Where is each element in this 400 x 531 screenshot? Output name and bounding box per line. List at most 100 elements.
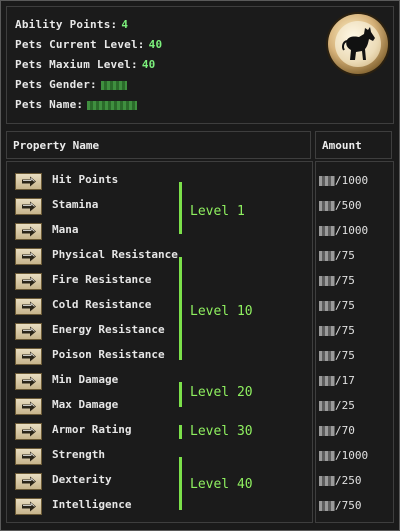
- current-level-label: Pets Current Level:: [15, 38, 145, 51]
- amount-max: /75: [335, 299, 355, 312]
- name-line: Pets Name:: [15, 98, 138, 111]
- gender-line: Pets Gender:: [15, 78, 127, 91]
- amount-max: /500: [335, 199, 362, 212]
- arrow-right-icon: [22, 301, 36, 312]
- property-list-panel: [6, 161, 313, 523]
- amount-value-redacted: [319, 376, 335, 386]
- arrow-right-icon: [22, 501, 36, 512]
- amount-header: Amount: [315, 131, 392, 159]
- property-name: Stamina: [52, 198, 99, 211]
- max-level-value: 40: [141, 58, 156, 71]
- level-10-bracket: [179, 257, 182, 360]
- amount-value-redacted: [319, 176, 335, 186]
- horse-emblem: [328, 14, 388, 74]
- amount-cell: /75: [319, 299, 355, 319]
- amount-value-redacted: [319, 201, 335, 211]
- arrow-right-icon: [22, 226, 36, 237]
- arrow-right-icon: [22, 401, 36, 412]
- amount-value-redacted: [319, 351, 335, 361]
- property-name: Strength: [52, 448, 105, 461]
- increase-button[interactable]: [15, 448, 42, 465]
- property-name: Intelligence: [52, 498, 132, 511]
- amount-value-redacted: [319, 476, 335, 486]
- increase-button[interactable]: [15, 223, 42, 240]
- level-40-bracket: [179, 457, 182, 510]
- amount-max: /1000: [335, 449, 369, 462]
- ability-points-label: Ability Points:: [15, 18, 118, 31]
- amount-max: /1000: [335, 224, 369, 237]
- arrow-right-icon: [22, 351, 36, 362]
- name-label: Pets Name:: [15, 98, 84, 111]
- amount-value-redacted: [319, 276, 335, 286]
- level-1-label: Level 1: [190, 204, 245, 219]
- amount-cell: /1000: [319, 449, 368, 469]
- horse-icon: [342, 27, 375, 60]
- arrow-right-icon: [22, 251, 36, 262]
- amount-max: /1000: [335, 174, 369, 187]
- amount-value-redacted: [319, 401, 335, 411]
- current-level-line: Pets Current Level: 40: [15, 38, 162, 51]
- amount-cell: /17: [319, 374, 355, 394]
- increase-button[interactable]: [15, 498, 42, 515]
- increase-button[interactable]: [15, 173, 42, 190]
- increase-button[interactable]: [15, 298, 42, 315]
- amount-cell: /1000: [319, 224, 368, 244]
- amount-max: /750: [335, 499, 362, 512]
- amount-max: /75: [335, 349, 355, 362]
- amount-cell: /70: [319, 424, 355, 444]
- gender-value-redacted: [100, 78, 127, 91]
- ability-points-line: Ability Points: 4: [15, 18, 128, 31]
- amount-cell: /25: [319, 399, 355, 419]
- level-20-bracket: [179, 382, 182, 407]
- property-name: Cold Resistance: [52, 298, 152, 311]
- increase-button[interactable]: [15, 348, 42, 365]
- arrow-right-icon: [22, 426, 36, 437]
- increase-button[interactable]: [15, 198, 42, 215]
- amount-value-redacted: [319, 326, 335, 336]
- level-30-label: Level 30: [190, 424, 253, 439]
- amount-cell: /75: [319, 349, 355, 369]
- property-name: Max Damage: [52, 398, 119, 411]
- level-20-label: Level 20: [190, 385, 253, 400]
- increase-button[interactable]: [15, 423, 42, 440]
- current-level-value: 40: [148, 38, 163, 51]
- property-name: Armor Rating: [52, 423, 132, 436]
- amount-cell: /1000: [319, 174, 368, 194]
- amount-max: /25: [335, 399, 355, 412]
- amount-max: /70: [335, 424, 355, 437]
- increase-button[interactable]: [15, 473, 42, 490]
- amount-value-redacted: [319, 451, 335, 461]
- increase-button[interactable]: [15, 248, 42, 265]
- gender-label: Pets Gender:: [15, 78, 97, 91]
- level-10-label: Level 10: [190, 304, 253, 319]
- amount-max: /75: [335, 249, 355, 262]
- ability-points-value: 4: [121, 18, 129, 31]
- increase-button[interactable]: [15, 398, 42, 415]
- increase-button[interactable]: [15, 323, 42, 340]
- property-name: Dexterity: [52, 473, 112, 486]
- max-level-line: Pets Maxium Level: 40: [15, 58, 155, 71]
- amount-cell: /75: [319, 324, 355, 344]
- increase-button[interactable]: [15, 273, 42, 290]
- arrow-right-icon: [22, 476, 36, 487]
- property-name: Mana: [52, 223, 79, 236]
- level-1-bracket: [179, 182, 182, 234]
- property-name: Min Damage: [52, 373, 119, 386]
- increase-button[interactable]: [15, 373, 42, 390]
- property-name: Energy Resistance: [52, 323, 165, 336]
- amount-max: /250: [335, 474, 362, 487]
- arrow-right-icon: [22, 326, 36, 337]
- level-40-label: Level 40: [190, 477, 253, 492]
- level-30-bracket: [179, 425, 182, 439]
- arrow-right-icon: [22, 201, 36, 212]
- amount-max: /75: [335, 274, 355, 287]
- amount-cell: /75: [319, 249, 355, 269]
- property-name: Hit Points: [52, 173, 119, 186]
- max-level-label: Pets Maxium Level:: [15, 58, 138, 71]
- amount-cell: /250: [319, 474, 362, 494]
- arrow-right-icon: [22, 451, 36, 462]
- amount-cell: /750: [319, 499, 362, 519]
- amount-cell: /75: [319, 274, 355, 294]
- property-name: Fire Resistance: [52, 273, 152, 286]
- property-name: Physical Resistance: [52, 248, 178, 261]
